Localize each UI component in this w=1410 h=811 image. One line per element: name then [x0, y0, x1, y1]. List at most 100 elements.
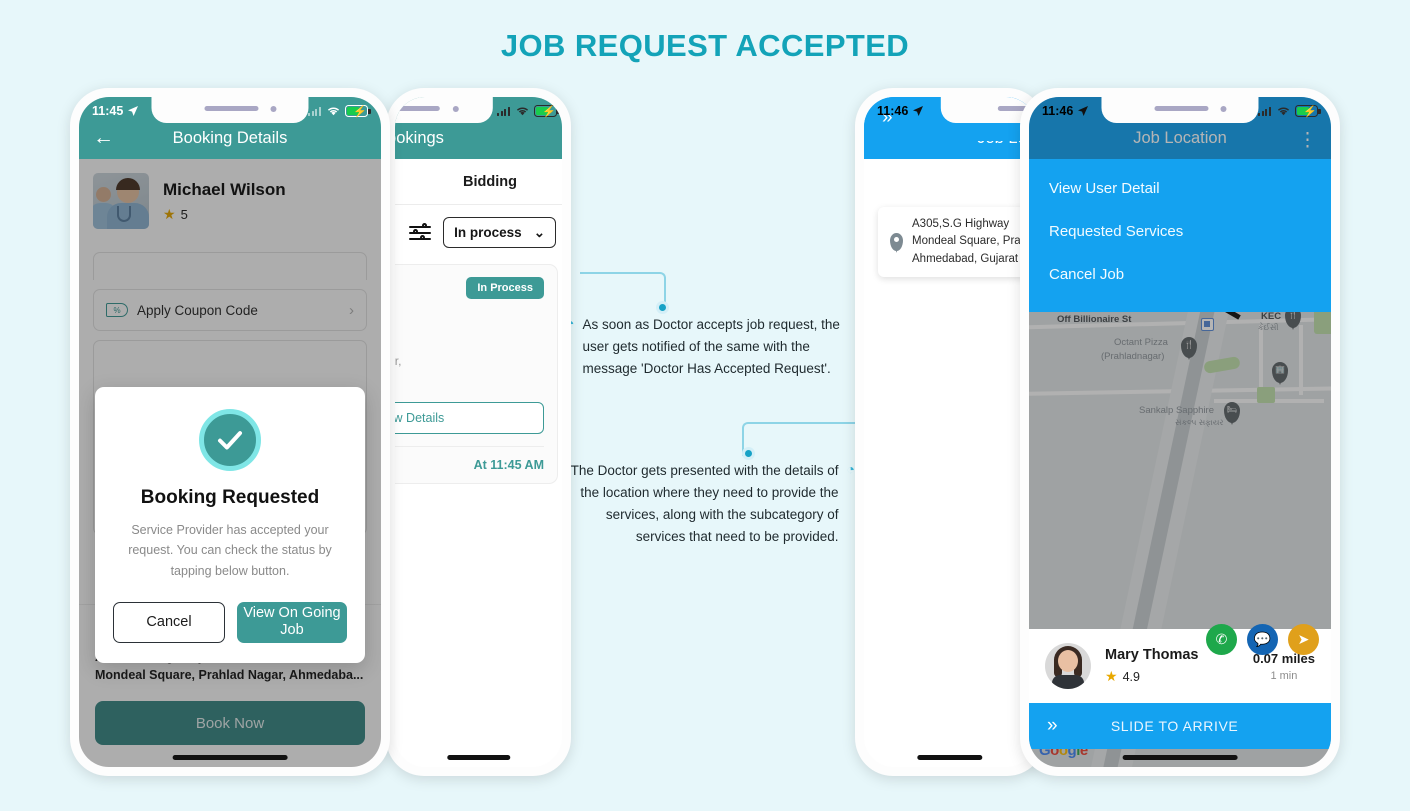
phone3-content-shift: t.Cafe કાફે ☕ Tata Motors Ca Showroom Of… [864, 97, 1036, 277]
page-title: JOB REQUEST ACCEPTED [500, 28, 910, 63]
avatar [1045, 643, 1091, 689]
location-arrow-icon [1078, 106, 1089, 116]
menu-item-cancel-job[interactable]: Cancel Job [1029, 253, 1331, 296]
poster-canvas: JOB REQUEST ACCEPTED ⚡ okings Bidding In… [0, 0, 1410, 811]
booking-address: Highway Square, Prahlad Nagar, ad, Gujar… [395, 333, 544, 389]
job-address-line1: A305,S.G Highway [912, 218, 1010, 230]
wifi-icon [516, 107, 529, 116]
distance-block: 0.07 miles 1 min [1253, 651, 1315, 682]
distance-eta: 1 min [1270, 669, 1298, 682]
booking-card-header: 6 In Process [395, 277, 544, 299]
double-chevron-right-icon: » [1047, 715, 1059, 736]
phone3-screen: t.Cafe કાફે ☕ Tata Motors Ca Showroom Of… [864, 97, 1036, 767]
signal-icon [1258, 106, 1272, 116]
cancel-button[interactable]: Cancel [113, 601, 225, 643]
connector-line-2 [742, 422, 862, 456]
booking-card[interactable]: 6 In Process Wilson Highway Square, Prah… [395, 264, 558, 484]
signal-icon [497, 106, 511, 116]
annotation-2: ◔ The Doctor gets presented with the det… [560, 460, 855, 547]
status-badge: In Process [466, 277, 544, 299]
phone1-screen: 11:45 ⚡ ← Booking Details Michael Wilson… [79, 97, 381, 767]
person-rating: ★ 4.9 [1105, 668, 1198, 685]
check-circle-outline-icon: ◔ [846, 461, 855, 477]
job-address-text: A305,S.G Highway Mondeal Square, Prahlad… [912, 216, 1036, 268]
annotation-2-text: The Doctor gets presented with the detai… [570, 463, 839, 544]
connector-dot-2 [742, 447, 755, 460]
phone3-status-bar: 11:46 [864, 97, 1036, 125]
booking-requested-modal: Booking Requested Service Provider has a… [95, 387, 365, 663]
home-indicator [917, 755, 983, 760]
wifi-icon [327, 107, 340, 116]
filter-row: In process ⌄ [395, 205, 562, 260]
phone1-status-bar: 11:45 ⚡ [79, 97, 381, 125]
status-time-value: 11:46 [1042, 104, 1074, 118]
map-action-buttons: ✆ 💬 ➤ [1206, 624, 1319, 655]
sliders-icon[interactable] [409, 223, 432, 242]
phone4-status-bar: 11:46 ⚡ [1029, 97, 1331, 125]
view-ongoing-job-button[interactable]: View On Going Job [237, 601, 347, 643]
status-time-value: 11:46 [877, 104, 909, 118]
slide-label: SLIDE TO ARRIVE [1110, 718, 1239, 734]
signal-icon [308, 106, 322, 116]
connector-line-1 [580, 272, 666, 310]
modal-actions: Cancel View On Going Job [113, 601, 347, 643]
status-indicators: ⚡ [1258, 105, 1321, 118]
phone4-screen: Tata Motors Cars Showroom... Off Billion… [1029, 97, 1331, 767]
phone-bookings-list: ⚡ ← Bookings Orders Bidding [386, 88, 571, 776]
phone1-title: Booking Details [172, 129, 288, 147]
person-name: Mary Thomas [1105, 647, 1199, 663]
menu-item-view-user-detail[interactable]: View User Detail [1029, 167, 1331, 210]
home-indicator [1122, 755, 1238, 760]
chevron-down-icon: ⌄ [533, 224, 545, 240]
status-time: 11:46 [877, 104, 924, 118]
status-indicators: ⚡ [308, 105, 371, 118]
phone2-title: Bookings [395, 129, 444, 147]
chat-bubble-icon[interactable]: 💬 [1247, 624, 1278, 655]
job-address-chip: A305,S.G Highway Mondeal Square, Prahlad… [878, 207, 1036, 277]
navigation-arrow-icon[interactable]: ➤ [1288, 624, 1319, 655]
battery-icon: ⚡ [534, 105, 560, 118]
check-circle-icon [199, 409, 261, 471]
booking-customer-name: Wilson [395, 311, 544, 327]
star-icon: ★ [1105, 668, 1118, 684]
phone2-status-bar: ⚡ [395, 97, 562, 125]
booking-address-line3: ad, Gujarat [395, 370, 544, 389]
bookings-tabs: Orders Bidding [395, 159, 562, 205]
booking-time: At 11:45 AM [395, 445, 544, 483]
modal-title: Booking Requested [140, 487, 320, 508]
wifi-icon [1277, 107, 1290, 116]
phone-booking-details: 11:45 ⚡ ← Booking Details Michael Wilson… [70, 88, 390, 776]
menu-item-requested-services[interactable]: Requested Services [1029, 210, 1331, 253]
phone-job-location-map: t.Cafe કાફે ☕ Tata Motors Ca Showroom Of… [855, 88, 1045, 776]
tab-orders[interactable]: Orders [395, 159, 410, 204]
job-address-line2: Mondeal Square, Prahlad [912, 235, 1036, 248]
location-arrow-icon [128, 106, 139, 116]
overflow-menu: View User Detail Requested Services Canc… [1029, 159, 1331, 312]
slide-to-arrive-button[interactable]: » SLIDE TO ARRIVE [1029, 703, 1331, 749]
phone-job-location-menu: Tata Motors Cars Showroom... Off Billion… [1020, 88, 1340, 776]
status-time: 11:46 [1042, 104, 1089, 118]
back-arrow-icon[interactable]: ← [93, 127, 117, 148]
booking-address-line1: Highway [395, 333, 544, 352]
phone2-content-shift: ⚡ ← Bookings Orders Bidding [395, 97, 562, 488]
job-address-line3: Ahmedabad, Gujarat [912, 252, 1019, 265]
home-indicator [172, 755, 288, 760]
status-filter-value: In process [454, 225, 522, 240]
status-time-value: 11:45 [92, 104, 124, 118]
connector-dot-1 [656, 301, 669, 314]
home-indicator [446, 755, 511, 760]
battery-icon: ⚡ [1295, 105, 1321, 118]
annotation-1: ◔ As soon as Doctor accepts job request,… [566, 314, 856, 380]
phone-icon[interactable]: ✆ [1206, 624, 1237, 655]
status-filter-select[interactable]: In process ⌄ [443, 217, 556, 248]
view-details-button[interactable]: View Details [395, 401, 544, 434]
status-time: 11:45 [92, 104, 139, 118]
tab-bidding[interactable]: Bidding [410, 159, 562, 204]
battery-icon: ⚡ [345, 105, 371, 118]
status-indicators: ⚡ [497, 105, 560, 118]
map-pin-icon [890, 232, 903, 251]
modal-message: Service Provider has accepted your reque… [128, 523, 332, 578]
person-info: Mary Thomas ★ 4.9 [1105, 647, 1198, 685]
phone1-body: Michael Wilson ★ 5 % Apply Coupon Code › [79, 159, 381, 767]
person-rating-value: 4.9 [1122, 669, 1140, 684]
